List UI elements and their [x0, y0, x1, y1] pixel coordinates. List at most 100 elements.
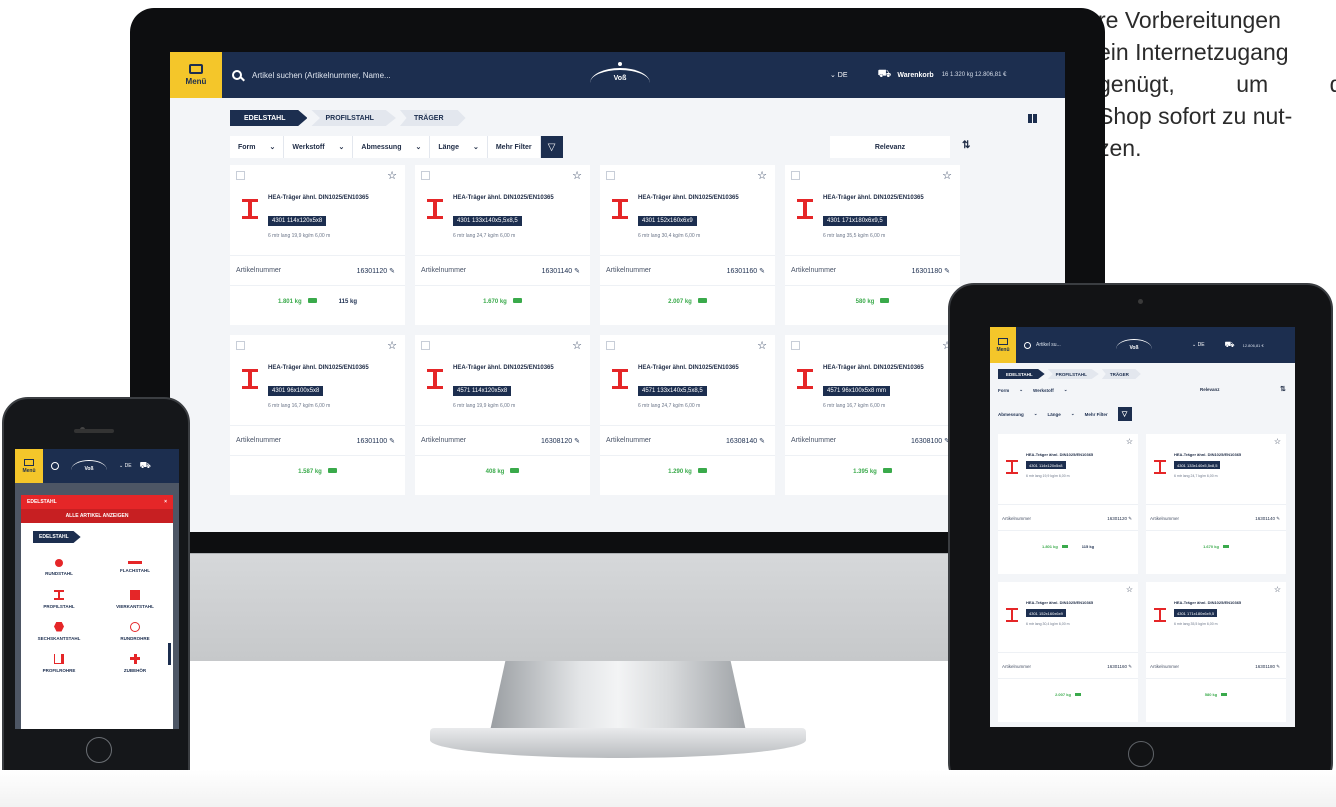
category-vierkantstahl[interactable]: VIERKANTSTAHL	[97, 583, 173, 615]
menu-button[interactable]: Menü	[15, 449, 43, 483]
breadcrumb-item[interactable]: EDELSTAHL	[998, 369, 1045, 379]
floor-shadow	[0, 770, 1336, 807]
star-icon[interactable]: ☆	[387, 169, 397, 182]
filter-form[interactable]: Form	[998, 388, 1009, 393]
category-profilrohre[interactable]: PROFILROHRE	[21, 647, 97, 679]
show-all-button[interactable]: ALLE ARTIKEL ANZEIGEN	[21, 509, 173, 523]
filter-laenge[interactable]: Länge ⌄	[430, 136, 488, 158]
breadcrumb-item[interactable]: PROFILSTAHL	[311, 110, 396, 126]
truck-icon[interactable]: ⛟	[1225, 340, 1235, 350]
sort-select[interactable]: Relevanz	[830, 136, 950, 158]
select-checkbox[interactable]	[421, 171, 430, 180]
side-text-word: den	[1330, 68, 1336, 100]
search-icon[interactable]	[51, 462, 59, 470]
grid-view-icon[interactable]	[1028, 114, 1037, 123]
i-beam-icon	[242, 199, 258, 219]
product-card[interactable]: ☆ HEA-Träger ähnl. DIN1025/EN10365 4571 11…	[415, 335, 590, 495]
funnel-icon[interactable]: ▽	[1117, 407, 1132, 421]
star-icon[interactable]: ☆	[942, 169, 952, 182]
article-label: Artikelnummer	[236, 437, 282, 444]
category-sechskantstahl[interactable]: SECHSKANTSTAHL	[21, 615, 97, 647]
stock-info: 1.670 kg	[1146, 544, 1286, 549]
product-card[interactable]: ☆HEA-Träger ähnl. DIN1025/EN103654571 96…	[785, 335, 960, 495]
sort-order-icon[interactable]: ⇅	[962, 140, 970, 151]
breadcrumb-item[interactable]: TRÄGER	[1101, 369, 1141, 379]
product-card[interactable]: ☆ HEA-Träger ähnl. DIN1025/EN10365 4571 13…	[600, 335, 775, 495]
select-checkbox[interactable]	[791, 171, 800, 180]
select-checkbox[interactable]	[606, 341, 615, 350]
menu-button[interactable]: Menü	[990, 327, 1016, 363]
breadcrumb-item[interactable]: PROFILSTAHL	[1047, 369, 1099, 379]
menu-button[interactable]: Menü	[170, 52, 222, 98]
sort-order-icon[interactable]: ⇅	[1280, 385, 1286, 393]
close-icon[interactable]: ×	[164, 499, 167, 505]
category-rundstahl[interactable]: RUNDSTAHL	[21, 551, 97, 583]
select-checkbox[interactable]	[236, 341, 245, 350]
divider	[785, 255, 960, 256]
breadcrumb-item[interactable]: TRÄGER	[399, 110, 466, 126]
search-icon[interactable]	[232, 70, 242, 80]
star-icon[interactable]: ☆	[757, 169, 767, 182]
divider	[600, 255, 775, 256]
i-beam-icon	[1154, 608, 1166, 622]
product-card[interactable]: ☆ HEA-Träger ähnl. DIN1025/EN10365 4301 96…	[230, 335, 405, 495]
sort-select[interactable]: Relevanz	[1200, 387, 1220, 392]
product-card[interactable]: ☆ HEA-Träger ähnl. DIN1025/EN10365 4301 17…	[785, 165, 960, 325]
cart-button[interactable]: Warenkorb	[897, 72, 933, 79]
truck-icon[interactable]: ⛟	[140, 460, 151, 472]
i-beam-icon	[242, 369, 258, 389]
product-card[interactable]: ☆ HEA-Träger ähnl. DIN1025/EN10365 4301 13…	[415, 165, 590, 325]
select-checkbox[interactable]	[236, 171, 245, 180]
filter-laenge[interactable]: Länge	[1048, 412, 1061, 417]
star-icon[interactable]: ☆	[572, 169, 582, 182]
star-icon[interactable]: ☆	[1274, 437, 1281, 446]
filter-werkstoff[interactable]: Werkstoff ⌄	[284, 136, 354, 158]
select-checkbox[interactable]	[606, 171, 615, 180]
star-icon[interactable]: ☆	[757, 339, 767, 352]
star-icon[interactable]: ☆	[1126, 585, 1133, 594]
filter-row: Form ⌄ Werkstoff ⌄	[998, 387, 1067, 393]
breadcrumb-item[interactable]: EDELSTAHL	[230, 110, 308, 126]
select-checkbox[interactable]	[791, 341, 800, 350]
category-zubehoer[interactable]: ZUBEHÖR	[97, 647, 173, 679]
product-card[interactable]: ☆ HEA-Träger ähnl. DIN1025/EN10365 4301 15…	[998, 582, 1138, 722]
product-card[interactable]: ☆ HEA-Träger ähnl. DIN1025/EN10365 4301 11…	[998, 434, 1138, 574]
language-select[interactable]: ⌄ DE	[119, 463, 132, 469]
category-flachstahl[interactable]: FLACHSTAHL	[97, 551, 173, 583]
scrollbar[interactable]	[168, 643, 171, 665]
star-icon[interactable]: ☆	[387, 339, 397, 352]
filter-form[interactable]: Form ⌄	[230, 136, 285, 158]
language-select[interactable]: ⌄ DE	[830, 71, 848, 79]
home-button[interactable]	[86, 737, 112, 763]
star-icon[interactable]: ☆	[1126, 437, 1133, 446]
product-dimension-badge: 4571 96x100x5x8 mm	[823, 386, 891, 396]
filter-abmessung[interactable]: Abmessung ⌄	[353, 136, 431, 158]
funnel-icon[interactable]: ▽	[540, 136, 563, 158]
product-card[interactable]: ☆ HEA-Träger ähnl. DIN1025/EN10365 4301 15…	[600, 165, 775, 325]
filter-abmessung[interactable]: Abmessung	[998, 412, 1024, 417]
star-icon[interactable]: ☆	[1274, 585, 1281, 594]
category-profilstahl[interactable]: PROFILSTAHL	[21, 583, 97, 615]
truck-icon[interactable]: ⛟	[878, 68, 892, 82]
search-icon[interactable]	[1024, 341, 1031, 349]
select-checkbox[interactable]	[421, 341, 430, 350]
more-filters-button[interactable]: Mehr Filter	[487, 136, 541, 158]
home-button[interactable]	[1128, 741, 1154, 767]
voss-logo[interactable]: Voß	[71, 457, 107, 475]
more-filters-button[interactable]: Mehr Filter	[1085, 412, 1108, 417]
search-input[interactable]: Artikel suchen (Artikelnummer, Name...	[252, 71, 582, 80]
voss-logo[interactable]: Voß	[590, 62, 650, 88]
product-card[interactable]: ☆ HEA-Träger ähnl. DIN1025/EN10365 4301 11…	[230, 165, 405, 325]
product-card[interactable]: ☆ HEA-Träger ähnl. DIN1025/EN10365 4301 17…	[1146, 582, 1286, 722]
product-name: HEA-Träger ähnl. DIN1025/EN10365	[1026, 452, 1094, 457]
breadcrumb-item[interactable]: EDELSTAHL	[33, 531, 81, 543]
category-rundrohre[interactable]: RUNDROHRE	[97, 615, 173, 647]
voss-logo[interactable]: Voß	[1116, 336, 1152, 354]
filter-werkstoff[interactable]: Werkstoff	[1033, 388, 1054, 393]
product-card[interactable]: ☆ HEA-Träger ähnl. DIN1025/EN10365 4301 13…	[1146, 434, 1286, 574]
star-icon[interactable]: ☆	[572, 339, 582, 352]
beam-flange	[612, 386, 628, 389]
product-name: HEA-Träger ähnl. DIN1025/EN10365	[268, 195, 369, 201]
search-input[interactable]: Artikel su...	[1036, 342, 1096, 348]
language-select[interactable]: ⌄ DE	[1192, 342, 1205, 348]
